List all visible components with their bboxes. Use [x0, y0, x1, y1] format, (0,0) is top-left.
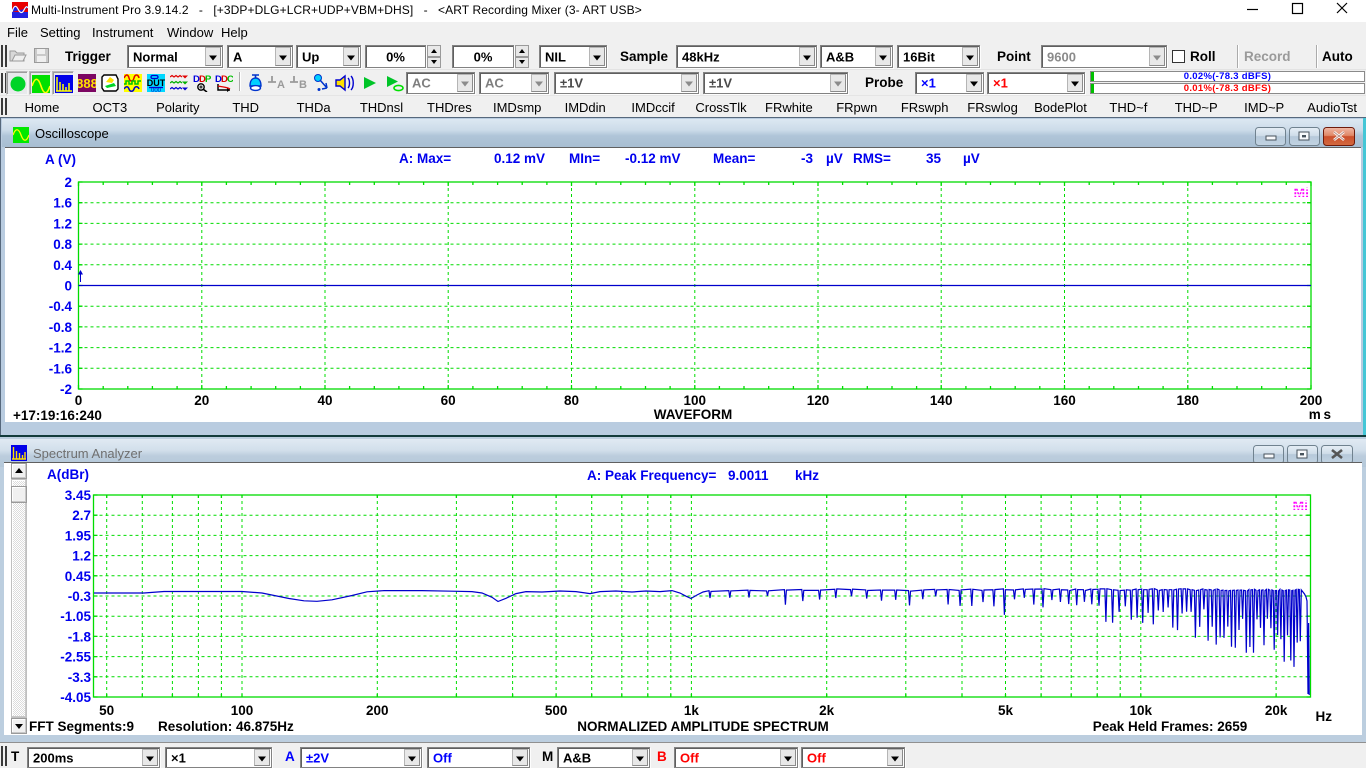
svg-text:1k: 1k — [684, 703, 700, 718]
svg-text:B: B — [299, 79, 307, 91]
svg-text:2.7: 2.7 — [72, 508, 91, 523]
svg-text:+17:19:16:240: +17:19:16:240 — [13, 408, 102, 422]
svg-text:DUT: DUT — [147, 78, 165, 88]
svg-text:-1.6: -1.6 — [49, 361, 73, 376]
svg-text:0.8: 0.8 — [53, 237, 72, 252]
svg-text:20: 20 — [194, 393, 209, 408]
svg-text:-1.05: -1.05 — [60, 609, 91, 624]
svg-text:WAVEFORM: WAVEFORM — [654, 407, 733, 422]
svg-text:888: 888 — [78, 76, 96, 91]
svg-text:kHz: kHz — [795, 468, 819, 483]
svg-text:-0.8: -0.8 — [49, 320, 73, 335]
svg-text:200: 200 — [1300, 393, 1323, 408]
svg-text:A: Max=: A: Max= — [399, 151, 451, 166]
svg-text:1.95: 1.95 — [65, 528, 92, 543]
svg-text:500: 500 — [545, 703, 568, 718]
svg-text:A: A — [277, 79, 285, 91]
svg-text:-1.2: -1.2 — [49, 341, 72, 356]
svg-text:1.2: 1.2 — [53, 216, 72, 231]
svg-text:P: P — [205, 74, 211, 85]
svg-text:-3: -3 — [801, 151, 813, 166]
svg-text:-0.3: -0.3 — [68, 589, 92, 604]
svg-text:-2: -2 — [60, 382, 72, 397]
svg-text:000: 000 — [151, 88, 162, 92]
svg-text:Mean=: Mean= — [713, 151, 756, 166]
svg-text:A: Peak Frequency=: A: Peak Frequency= — [587, 468, 717, 483]
svg-text:-1.8: -1.8 — [68, 629, 92, 644]
svg-text:50: 50 — [99, 703, 114, 718]
svg-text:35: 35 — [926, 151, 942, 166]
svg-text:Hz: Hz — [1316, 709, 1333, 724]
svg-text:100: 100 — [684, 393, 707, 408]
svg-text:140: 140 — [930, 393, 953, 408]
svg-text:2: 2 — [64, 175, 72, 190]
svg-text:0: 0 — [75, 393, 83, 408]
svg-text:0.45: 0.45 — [65, 569, 92, 584]
svg-text:5k: 5k — [998, 703, 1014, 718]
svg-text:FFT Segments:9: FFT Segments:9 — [29, 719, 134, 734]
svg-text:-0.4: -0.4 — [49, 299, 73, 314]
svg-text:1.2: 1.2 — [72, 549, 91, 564]
svg-text:160: 160 — [1053, 393, 1076, 408]
svg-text:3.45: 3.45 — [65, 488, 92, 503]
svg-text:Peak Held Frames: 2659: Peak Held Frames: 2659 — [1093, 719, 1248, 734]
svg-text:9.0011: 9.0011 — [728, 468, 769, 483]
svg-text:2k: 2k — [819, 703, 835, 718]
svg-text:200: 200 — [366, 703, 389, 718]
svg-text:A (V): A (V) — [45, 152, 76, 167]
svg-text:120: 120 — [807, 393, 830, 408]
svg-text:MIn=: MIn= — [569, 151, 600, 166]
svg-text:80: 80 — [564, 393, 579, 408]
svg-text:1.6: 1.6 — [53, 196, 72, 211]
svg-text:100: 100 — [231, 703, 254, 718]
svg-text:A(dBr): A(dBr) — [47, 467, 89, 482]
svg-text:-4.05: -4.05 — [60, 690, 91, 705]
svg-text:µV: µV — [963, 151, 980, 166]
svg-text:40: 40 — [317, 393, 332, 408]
svg-text:NORMALIZED AMPLITUDE SPECTRUM: NORMALIZED AMPLITUDE SPECTRUM — [577, 719, 829, 734]
svg-text:-0.12 mV: -0.12 mV — [625, 151, 681, 166]
svg-text:C: C — [227, 74, 233, 85]
svg-text:-3.3: -3.3 — [68, 670, 92, 685]
svg-text:10k: 10k — [1130, 703, 1153, 718]
svg-text:20k: 20k — [1265, 703, 1288, 718]
svg-text:60: 60 — [441, 393, 456, 408]
svg-text:µV: µV — [826, 151, 843, 166]
svg-text:0.4: 0.4 — [53, 258, 72, 273]
svg-text:RMS=: RMS= — [853, 151, 891, 166]
svg-text:m s: m s — [1309, 407, 1331, 422]
svg-text:-2.55: -2.55 — [60, 650, 91, 665]
svg-text:180: 180 — [1177, 393, 1200, 408]
svg-text:0.12 mV: 0.12 mV — [494, 151, 545, 166]
svg-text:0: 0 — [64, 279, 72, 294]
svg-text:Resolution: 46.875Hz: Resolution: 46.875Hz — [158, 719, 294, 734]
